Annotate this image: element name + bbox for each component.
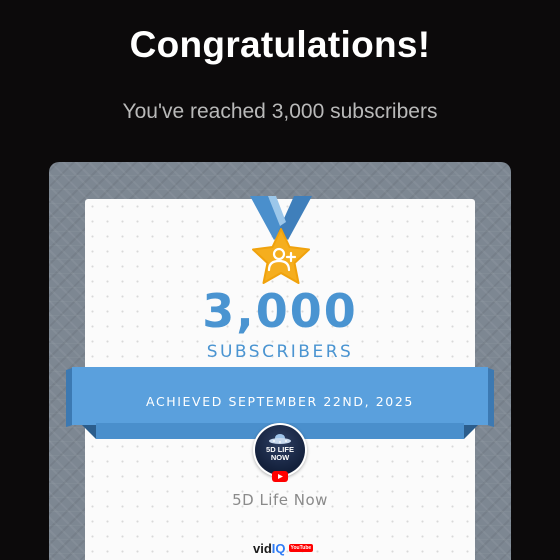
channel-avatar-text: 5D LIFE NOW xyxy=(266,445,294,462)
page-subtitle: You've reached 3,000 subscribers xyxy=(122,100,438,123)
vidiq-wordmark-prefix: vid xyxy=(253,540,272,556)
vidiq-wordmark: vidIQ xyxy=(253,541,286,556)
ufo-icon xyxy=(269,434,291,444)
youtube-icon xyxy=(272,471,288,482)
vidiq-logo: vidIQ YouTube xyxy=(253,540,314,556)
youtube-logo-icon: YouTube xyxy=(288,544,314,552)
star-add-person-icon xyxy=(252,228,310,284)
subscriber-count-label: SUBSCRIBERS xyxy=(206,342,354,362)
vidiq-wordmark-accent: IQ xyxy=(271,540,286,556)
channel-avatar: 5D LIFE NOW xyxy=(253,423,307,477)
subscriber-count: 3,000 xyxy=(202,284,358,338)
achievement-date: ACHIEVED SEPTEMBER 22ND, 2025 xyxy=(146,394,414,409)
channel-name: 5D Life Now xyxy=(232,491,328,509)
page-title: Congratulations! xyxy=(129,24,431,65)
milestone-screen: Congratulations! You've reached 3,000 su… xyxy=(0,0,560,560)
channel-avatar-image: 5D LIFE NOW xyxy=(255,425,305,475)
